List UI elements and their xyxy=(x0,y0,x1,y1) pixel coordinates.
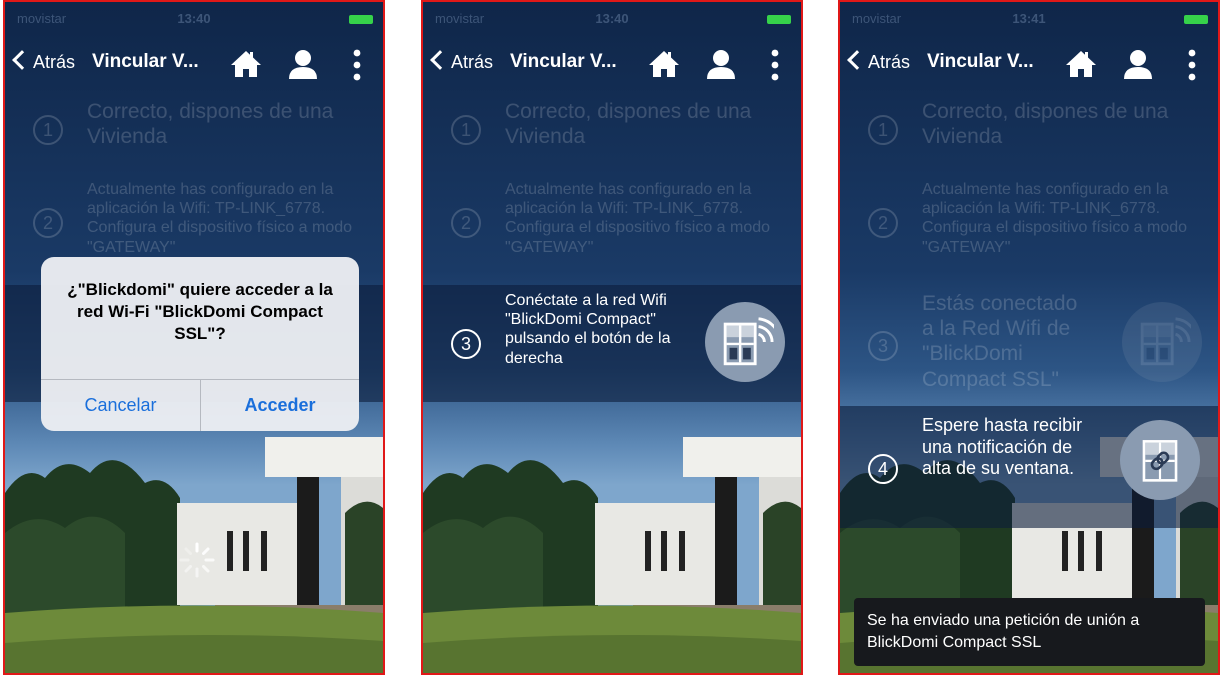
step-2-text: Actualmente has configurado en la aplica… xyxy=(922,181,1188,256)
status-bar: movistar 13:40 xyxy=(5,2,383,38)
battery-icon xyxy=(349,15,373,24)
clock: 13:40 xyxy=(595,11,629,26)
toast-notification: Se ha enviado una petición de unión a Bl… xyxy=(854,598,1205,666)
clock: 13:40 xyxy=(177,11,211,26)
step-1-number: 1 xyxy=(33,115,63,145)
step-3-text: Estás conectado a la Red Wifi de "BlickD… xyxy=(922,292,1078,391)
clock: 13:41 xyxy=(1012,11,1046,26)
step-3-number: 3 xyxy=(451,329,481,359)
step-2-number: 2 xyxy=(868,208,898,238)
phone-screen-3: movistar 13:41 Atrás Vincular V... 1 Cor… xyxy=(838,0,1220,675)
window-link-icon xyxy=(1134,434,1186,486)
step-1-text: Correcto, dispones de una Vivienda xyxy=(87,100,334,149)
back-chevron-icon xyxy=(12,50,32,70)
wifi-badge xyxy=(1122,302,1202,382)
step-3-text: Conéctate a la red Wifi "BlickDomi Compa… xyxy=(505,292,671,367)
user-icon[interactable] xyxy=(1123,49,1153,79)
user-icon[interactable] xyxy=(288,49,318,79)
page-title: Vincular V... xyxy=(92,51,199,72)
step-2-text: Actualmente has configurado en la aplica… xyxy=(87,181,353,256)
step-2-number: 2 xyxy=(451,208,481,238)
step-1-text: Correcto, dispones de una Vivienda xyxy=(922,100,1169,149)
phone-screen-2: movistar 13:40 Atrás Vincular V... 1 Cor… xyxy=(421,0,803,675)
back-label: Atrás xyxy=(868,52,911,72)
step-1-text: Correcto, dispones de una Vivienda xyxy=(505,100,752,149)
back-button[interactable]: Atrás xyxy=(847,50,911,73)
page-title: Vincular V... xyxy=(927,51,1034,72)
connect-wifi-button[interactable] xyxy=(705,302,785,382)
home-icon[interactable] xyxy=(1065,50,1097,78)
navigation-bar: Atrás Vincular V... xyxy=(423,44,801,84)
back-button[interactable]: Atrás xyxy=(430,50,494,73)
more-vertical-icon[interactable] xyxy=(771,49,779,81)
back-button[interactable]: Atrás xyxy=(12,50,76,73)
home-icon[interactable] xyxy=(648,50,680,78)
navigation-bar: Atrás Vincular V... xyxy=(840,44,1218,84)
toast-text: Se ha enviado una petición de unión a Bl… xyxy=(867,612,1140,651)
step-2-text: Actualmente has configurado en la aplica… xyxy=(505,181,771,256)
step-3-number: 3 xyxy=(868,331,898,361)
cancel-button[interactable]: Cancelar xyxy=(41,379,200,431)
phone-screen-1: movistar 13:40 Atrás Vincular V... 1 Cor… xyxy=(3,0,385,675)
status-bar: movistar 13:40 xyxy=(423,2,801,38)
window-wifi-icon xyxy=(1133,313,1191,371)
step-4-text: Espere hasta recibir una notificación de… xyxy=(922,415,1083,479)
step-2-number: 2 xyxy=(33,208,63,238)
step-3-row: 3 Conéctate a la red Wifi "BlickDomi Com… xyxy=(423,285,801,402)
status-bar: movistar 13:41 xyxy=(840,2,1218,38)
back-label: Atrás xyxy=(33,52,76,72)
more-vertical-icon[interactable] xyxy=(1188,49,1196,81)
user-icon[interactable] xyxy=(706,49,736,79)
navigation-bar: Atrás Vincular V... xyxy=(5,44,383,84)
accept-button[interactable]: Acceder xyxy=(200,379,359,431)
battery-icon xyxy=(767,15,791,24)
step-1-number: 1 xyxy=(868,115,898,145)
step-4-number: 4 xyxy=(868,454,898,484)
page-title: Vincular V... xyxy=(510,51,617,72)
more-vertical-icon[interactable] xyxy=(353,49,361,81)
dialog-message: ¿"Blickdomi" quiere acceder a la red Wi-… xyxy=(67,280,333,344)
battery-icon xyxy=(1184,15,1208,24)
wifi-permission-dialog: ¿"Blickdomi" quiere acceder a la red Wi-… xyxy=(41,257,359,431)
window-link-badge xyxy=(1120,420,1200,500)
home-icon[interactable] xyxy=(230,50,262,78)
step-1-number: 1 xyxy=(451,115,481,145)
back-chevron-icon xyxy=(847,50,867,70)
back-label: Atrás xyxy=(451,52,494,72)
spinner-icon xyxy=(179,542,215,578)
window-wifi-icon xyxy=(716,313,774,371)
step-4-row: 4 Espere hasta recibir una notificación … xyxy=(840,406,1218,528)
back-chevron-icon xyxy=(430,50,450,70)
